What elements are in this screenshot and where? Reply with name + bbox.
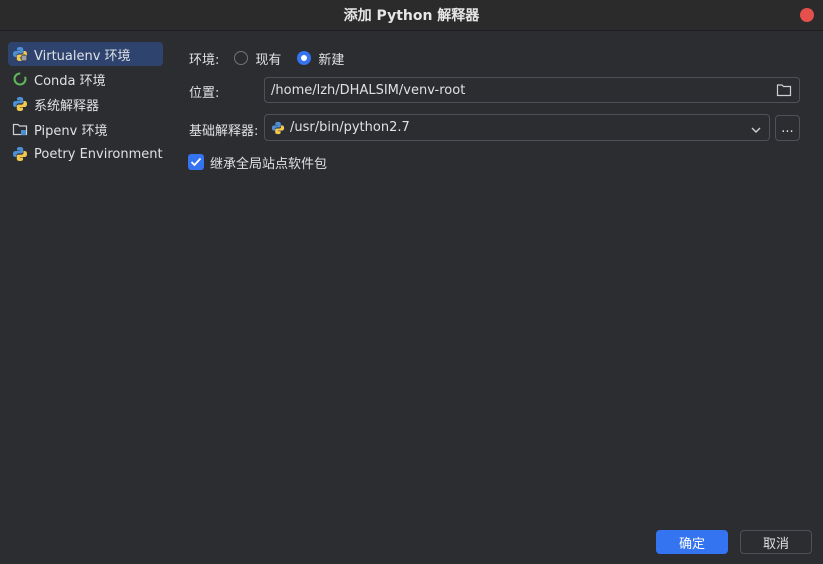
chevron-down-icon[interactable] [751,123,761,138]
close-button[interactable] [800,8,814,22]
sidebar-item-conda[interactable]: Conda 环境 [8,67,163,91]
sidebar-item-pipenv[interactable]: Pipenv 环境 [8,117,163,141]
python-venv-icon [12,46,28,62]
radio-existing-label: 现有 [255,52,282,68]
base-interpreter-label: 基础解释器: [189,124,259,139]
location-label: 位置: [189,86,220,101]
inherit-packages-checkbox[interactable] [188,154,204,170]
dialog-title: 添加 Python 解释器 [343,8,480,24]
radio-existing-button[interactable] [234,51,249,65]
sidebar-item-label: 系统解释器 [34,98,100,114]
sidebar-item-label: Poetry Environment [34,146,163,162]
environment-row: 环境: 现有 新建 [189,48,344,68]
python-icon [12,96,28,112]
radio-new[interactable]: 新建 [297,49,344,68]
inherit-packages-row[interactable]: 继承全局站点软件包 [188,153,328,172]
base-interpreter-select[interactable]: /usr/bin/python2.7 [264,114,770,141]
sidebar-item-label: Virtualenv 环境 [34,48,131,64]
base-interpreter-value: /usr/bin/python2.7 [290,120,410,135]
radio-new-button[interactable] [297,51,312,65]
location-value: /home/lzh/DHALSIM/venv-root [271,82,466,98]
inherit-packages-label: 继承全局站点软件包 [210,156,328,172]
cancel-button[interactable]: 取消 [740,530,812,554]
browse-interpreter-button[interactable]: ... [775,115,800,141]
radio-existing[interactable]: 现有 [234,49,281,68]
python-icon [271,121,285,135]
ok-button[interactable]: 确定 [656,530,728,554]
title-bar: 添加 Python 解释器 [0,0,823,31]
sidebar-item-label: Pipenv 环境 [34,123,108,139]
sidebar-item-virtualenv[interactable]: Virtualenv 环境 [8,42,163,66]
folder-icon[interactable] [776,83,792,101]
conda-icon [12,71,28,87]
interpreter-type-list: Virtualenv 环境 Conda 环境 系统解释器 Pipenv 环境 P… [8,42,163,167]
sidebar-item-system-interpreter[interactable]: 系统解释器 [8,92,163,116]
add-python-interpreter-dialog: 添加 Python 解释器 Virtualenv 环境 Conda 环境 系统解… [0,0,823,564]
radio-new-label: 新建 [318,52,345,68]
environment-label: 环境: [189,52,220,68]
location-field[interactable]: /home/lzh/DHALSIM/venv-root [264,77,800,103]
sidebar-item-label: Conda 环境 [34,73,106,89]
pipenv-folder-icon [12,121,28,137]
poetry-icon [12,146,28,162]
sidebar-item-poetry[interactable]: Poetry Environment [8,142,163,166]
